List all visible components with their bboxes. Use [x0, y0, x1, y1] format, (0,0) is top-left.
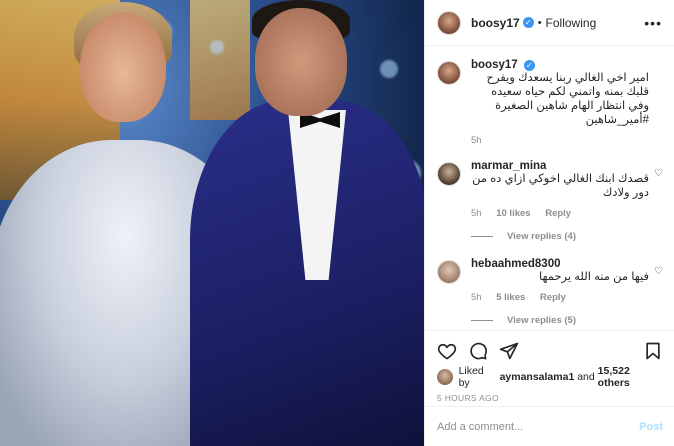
- heart-icon[interactable]: [437, 341, 457, 361]
- comment-item: marmar_mina قصدك ابنك الغالي اخوكي ازاي …: [437, 160, 663, 219]
- comment-time: 5h: [471, 292, 482, 303]
- action-bar: [425, 331, 674, 367]
- liked-by-prefix: Liked by: [458, 365, 484, 389]
- bride-face: [80, 12, 166, 122]
- comment-icon[interactable]: [468, 341, 488, 361]
- share-icon[interactable]: [499, 341, 519, 361]
- comment-heart-icon[interactable]: ♡: [654, 266, 663, 277]
- comment-username[interactable]: marmar_mina: [471, 160, 546, 172]
- following-button[interactable]: Following: [546, 16, 597, 30]
- comment-username[interactable]: hebaahmed8300: [471, 258, 561, 270]
- caption-avatar[interactable]: [437, 61, 461, 85]
- author-username[interactable]: boosy17: [471, 16, 520, 30]
- commenter-avatar[interactable]: [437, 162, 461, 186]
- post-header: boosy17 ✓ • Following •••: [425, 0, 674, 46]
- caption-time: 5h: [471, 135, 482, 146]
- likes-others-count[interactable]: 15,522 others: [598, 365, 663, 389]
- post-actions-section: Liked by aymansalama1 and 15,522 others …: [425, 330, 674, 403]
- bokeh-light: [210, 40, 224, 54]
- comment-item: hebaahmed8300 فيها من منه الله يرحمها 5h…: [437, 258, 663, 303]
- replies-line: [471, 320, 493, 321]
- replies-line: [471, 236, 493, 237]
- caption: boosy17 ✓ امير اخي الغالي ربنا يسعدك ويف…: [437, 59, 663, 146]
- bookmark-icon[interactable]: [643, 341, 663, 361]
- likes-summary: Liked by aymansalama1 and 15,522 others: [425, 365, 674, 389]
- comments-list[interactable]: boosy17 ✓ امير اخي الغالي ربنا يسعدك ويف…: [425, 47, 674, 329]
- more-options-icon[interactable]: •••: [644, 15, 662, 31]
- post-comment-button[interactable]: Post: [639, 421, 663, 433]
- reply-button[interactable]: Reply: [545, 208, 571, 219]
- groom-face: [255, 8, 347, 116]
- commenter-avatar[interactable]: [437, 260, 461, 284]
- view-replies-button[interactable]: View replies (5): [471, 315, 663, 326]
- comment-heart-icon[interactable]: ♡: [654, 168, 663, 179]
- author-avatar[interactable]: [437, 10, 461, 35]
- post-photo[interactable]: [0, 0, 424, 446]
- post-timestamp[interactable]: 5 HOURS AGO: [425, 387, 674, 403]
- post-side-panel: boosy17 ✓ • Following ••• boosy17 ✓ امير…: [424, 0, 674, 446]
- verified-badge-icon: ✓: [522, 17, 534, 28]
- comment-text: قصدك ابنك الغالي اخوكي ازاي ده من دور ول…: [472, 173, 649, 199]
- bokeh-light: [380, 60, 398, 78]
- liked-by-and: and: [577, 371, 595, 383]
- comment-likes[interactable]: 5 likes: [496, 292, 525, 303]
- comment-text: فيها من منه الله يرحمها: [538, 271, 649, 283]
- comment-likes[interactable]: 10 likes: [496, 208, 530, 219]
- comment-input[interactable]: [437, 420, 640, 433]
- caption-username[interactable]: boosy17: [471, 59, 518, 71]
- curtain-decoration: [190, 0, 250, 120]
- liker-username[interactable]: aymansalama1: [500, 371, 575, 383]
- verified-badge-icon: ✓: [523, 59, 535, 71]
- view-replies-label: View replies (4): [507, 231, 576, 242]
- liker-avatar[interactable]: [437, 369, 453, 385]
- view-replies-label: View replies (5): [507, 315, 576, 326]
- comment-time: 5h: [471, 208, 482, 219]
- caption-text: امير اخي الغالي ربنا يسعدك ويفرح قلبك بم…: [486, 72, 649, 126]
- add-comment-bar: Post: [425, 406, 674, 446]
- reply-button[interactable]: Reply: [540, 292, 566, 303]
- header-separator: •: [537, 16, 542, 29]
- view-replies-button[interactable]: View replies (4): [471, 231, 663, 242]
